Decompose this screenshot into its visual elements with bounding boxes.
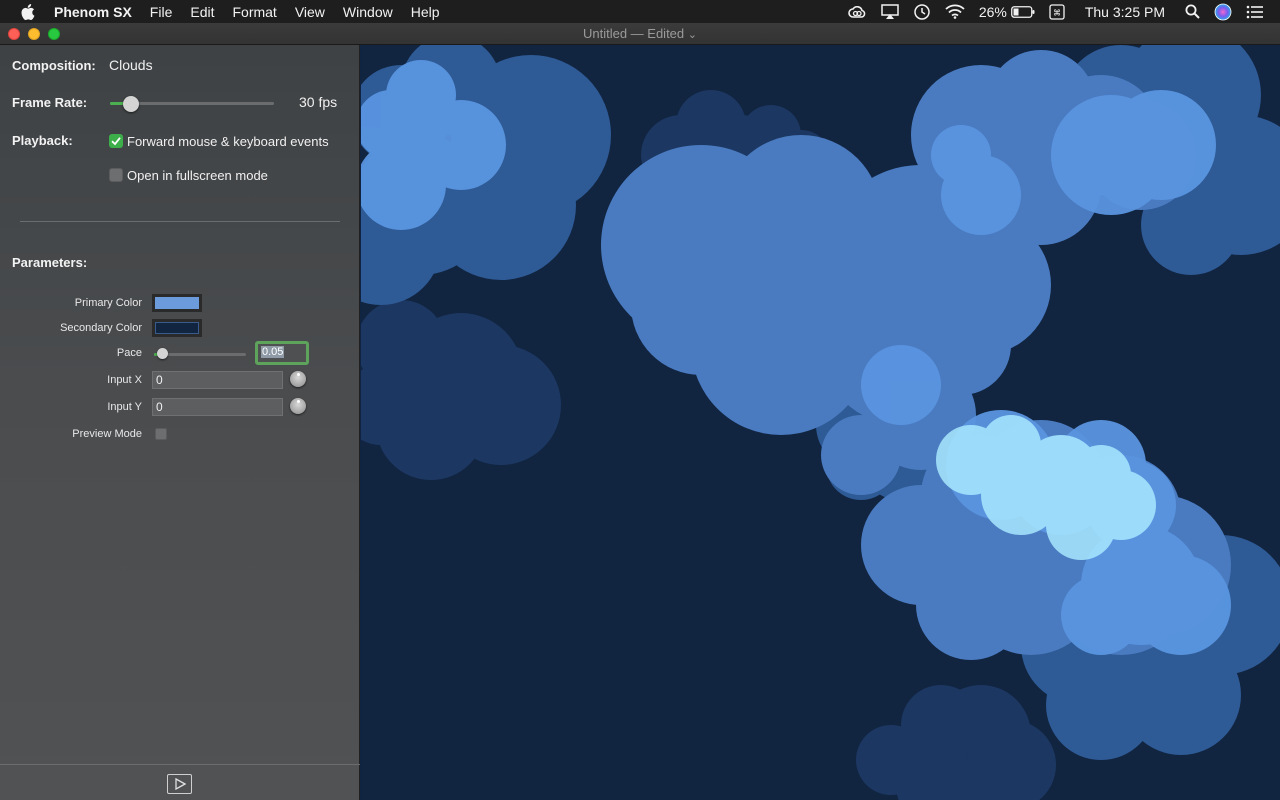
preview-mode-label: Preview Mode [72,428,142,440]
section-divider [20,221,340,222]
secondary-color-well[interactable] [152,319,202,337]
time-machine-icon[interactable] [913,3,931,21]
menu-window[interactable]: Window [343,4,393,20]
document-title: Untitled — Edited [582,26,685,41]
input-x-label: Input X [107,374,142,386]
airplay-icon[interactable] [881,3,899,20]
clouds-render [361,45,1280,800]
primary-color-well[interactable] [152,294,202,312]
menu-bar: Phenom SX File Edit Format View Window H… [0,0,1280,23]
menu-format[interactable]: Format [232,4,276,20]
creative-cloud-icon[interactable] [847,5,867,19]
pace-label: Pace [116,347,142,359]
forward-events-label[interactable]: Forward mouse & keyboard events [127,134,329,149]
secondary-color-swatch [155,322,199,334]
fullscreen-label[interactable]: Open in fullscreen mode [127,168,268,183]
siri-icon[interactable] [1214,3,1232,21]
pace-slider-knob[interactable] [157,348,168,359]
settings-sidebar: Composition: Clouds Frame Rate: 30 fps P… [0,45,360,800]
play-icon [174,778,186,790]
clock[interactable]: Thu 3:25 PM [1085,4,1165,20]
input-y-label: Input Y [107,401,142,413]
menu-view[interactable]: View [295,4,325,20]
play-button[interactable] [167,774,192,794]
frame-rate-value: 30 fps [299,94,338,110]
bottom-toolbar [0,764,360,800]
pace-input[interactable]: 0.05 [255,341,309,365]
menu-help[interactable]: Help [411,4,440,20]
battery-percent[interactable]: 26% [979,4,1007,20]
playback-label: Playback: [12,133,73,148]
input-y-field[interactable]: 0 [152,398,283,416]
composition-value[interactable]: Clouds [109,57,153,73]
window-title-bar: Untitled — Edited ⌄ [0,23,1280,45]
svg-text:⌘: ⌘ [1053,8,1061,17]
wifi-icon[interactable] [945,4,965,19]
apple-logo-icon[interactable] [20,3,36,20]
menu-app-name[interactable]: Phenom SX [54,4,132,20]
input-source-icon[interactable]: ⌘ [1049,3,1065,20]
input-x-dial[interactable] [290,371,306,387]
composition-label: Composition: [12,58,96,73]
menu-file[interactable]: File [150,4,173,20]
forward-events-checkbox[interactable] [109,134,123,148]
secondary-color-label: Secondary Color [60,322,142,334]
spotlight-search-icon[interactable] [1185,4,1200,19]
battery-icon[interactable] [1010,5,1035,18]
input-y-dial[interactable] [290,398,306,414]
primary-color-swatch [155,297,199,309]
frame-rate-slider-knob[interactable] [123,96,139,112]
frame-rate-label: Frame Rate: [12,95,88,110]
notification-center-icon[interactable] [1246,5,1264,19]
primary-color-label: Primary Color [74,297,142,309]
composition-canvas[interactable] [361,45,1280,800]
preview-mode-checkbox[interactable] [155,428,167,440]
checkmark-icon [111,137,121,146]
parameters-label: Parameters: [12,255,88,270]
window-title[interactable]: Untitled — Edited ⌄ [0,26,1280,41]
status-area: 26% ⌘ Thu 3:25 PM [847,0,1280,23]
input-x-field[interactable]: 0 [152,371,283,389]
chevron-down-icon: ⌄ [687,29,697,41]
fullscreen-checkbox[interactable] [109,168,123,182]
menu-edit[interactable]: Edit [190,4,214,20]
pace-input-value: 0.05 [261,346,285,358]
